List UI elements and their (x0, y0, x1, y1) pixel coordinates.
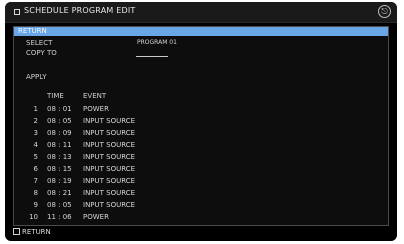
table-row[interactable]: 4 08 : 11 INPUT SOURCE (14, 141, 390, 150)
row-time: 08 : 01 (47, 105, 72, 113)
row-event: INPUT SOURCE (83, 189, 136, 197)
row-event: INPUT SOURCE (83, 117, 136, 125)
row-time: 08 : 21 (47, 189, 72, 197)
row-time: 08 : 09 (47, 129, 72, 137)
row-number: 2 (33, 117, 38, 125)
copy-to-field[interactable] (136, 56, 168, 57)
apply-button[interactable]: APPLY (26, 73, 46, 81)
row-time: 08 : 05 (47, 117, 72, 125)
row-time: 08 : 11 (47, 141, 72, 149)
row-event: INPUT SOURCE (83, 201, 136, 209)
return-menu-item[interactable]: RETURN (14, 27, 388, 36)
row-number: 9 (33, 201, 38, 209)
row-time: 11 : 06 (47, 213, 72, 221)
table-row[interactable]: 6 08 : 15 INPUT SOURCE (14, 165, 390, 174)
table-row[interactable]: 3 08 : 09 INPUT SOURCE (14, 129, 390, 138)
row-time: 08 : 05 (47, 201, 72, 209)
event-column-header: EVENT (83, 92, 107, 100)
row-event: INPUT SOURCE (83, 177, 136, 185)
row-event: INPUT SOURCE (83, 129, 136, 137)
table-row[interactable]: 2 08 : 05 INPUT SOURCE (14, 117, 390, 126)
row-number: 8 (33, 189, 38, 197)
time-column-header: TIME (47, 92, 64, 100)
table-row[interactable]: 7 08 : 19 INPUT SOURCE (14, 177, 390, 186)
row-event: INPUT SOURCE (83, 153, 136, 161)
row-time: 08 : 19 (47, 177, 72, 185)
row-number: 4 (33, 141, 38, 149)
return-icon (13, 228, 20, 235)
close-button[interactable]: ⎋ (378, 5, 391, 18)
row-number: 1 (33, 105, 38, 113)
select-value[interactable]: PROGRAM 01 (137, 39, 177, 46)
row-event: POWER (83, 213, 109, 221)
row-event: INPUT SOURCE (83, 141, 136, 149)
select-label[interactable]: SELECT (26, 39, 52, 47)
schedule-icon (14, 9, 20, 15)
footer-return-label: RETURN (22, 228, 51, 236)
window-title: SCHEDULE PROGRAM EDIT (24, 6, 136, 15)
row-event: POWER (83, 105, 109, 113)
row-number: 5 (33, 153, 38, 161)
row-number: 7 (33, 177, 38, 185)
table-row[interactable]: 8 08 : 21 INPUT SOURCE (14, 189, 390, 198)
row-number: 10 (29, 213, 38, 221)
row-time: 08 : 13 (47, 153, 72, 161)
table-row[interactable]: 9 08 : 05 INPUT SOURCE (14, 201, 390, 210)
table-row[interactable]: 5 08 : 13 INPUT SOURCE (14, 153, 390, 162)
schedule-edit-panel: RETURN SELECT PROGRAM 01 COPY TO APPLY T… (13, 26, 389, 226)
row-event: INPUT SOURCE (83, 165, 136, 173)
table-row[interactable]: 10 11 : 06 POWER (14, 213, 390, 222)
title-bar: SCHEDULE PROGRAM EDIT ⎋ (5, 2, 397, 23)
copy-to-label[interactable]: COPY TO (26, 49, 57, 57)
exit-icon: ⎋ (381, 7, 388, 16)
osd-window: SCHEDULE PROGRAM EDIT ⎋ RETURN SELECT PR… (5, 2, 397, 241)
table-row[interactable]: 1 08 : 01 POWER (14, 105, 390, 114)
row-time: 08 : 15 (47, 165, 72, 173)
row-number: 6 (33, 165, 38, 173)
footer-return[interactable]: RETURN (13, 228, 51, 236)
row-number: 3 (33, 129, 38, 137)
